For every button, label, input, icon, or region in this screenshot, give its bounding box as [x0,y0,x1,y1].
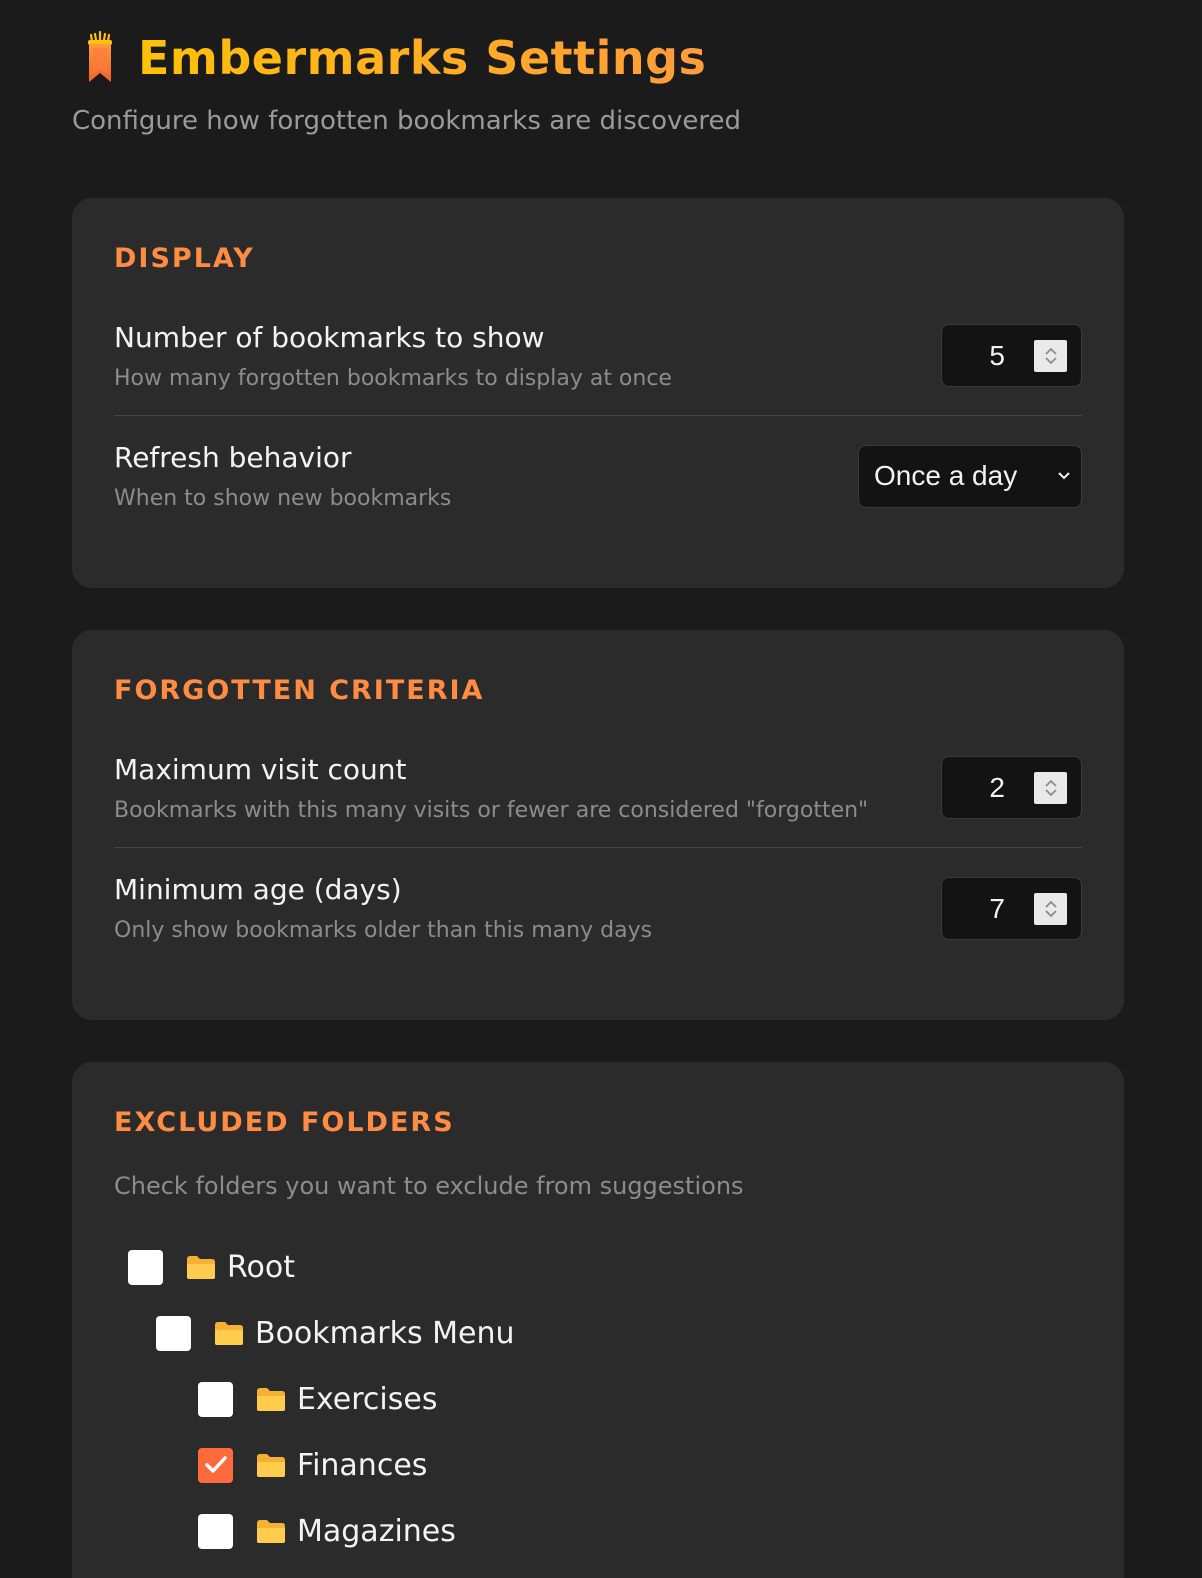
refresh-select[interactable]: Once a day [858,444,1082,508]
setting-text: Number of bookmarks to show How many for… [114,321,672,391]
folder-icon [187,1256,215,1279]
chevron-up-icon[interactable] [1044,900,1058,909]
setting-description: When to show new bookmarks [114,486,452,511]
folder-checkbox[interactable] [198,1513,233,1549]
folder-name: Bookmarks Menu [255,1315,515,1351]
folder-name: Finances [297,1447,428,1483]
chevron-down-icon[interactable] [1044,356,1058,365]
folder-item-exercises[interactable]: Exercises [114,1366,1082,1432]
setting-description: How many forgotten bookmarks to display … [114,365,672,391]
section-title-criteria: FORGOTTEN CRITERIA [114,675,485,706]
folders-description: Check folders you want to exclude from s… [114,1172,744,1200]
page-header: Embermarks Settings Configure how forgot… [72,0,1130,198]
display-section: DISPLAY Number of bookmarks to show How … [72,198,1124,588]
setting-text: Refresh behavior When to show new bookma… [114,441,451,511]
folder-checkbox[interactable] [128,1249,163,1285]
min-age-stepper[interactable] [1034,892,1067,925]
setting-description: Only show bookmarks older than this many… [114,918,653,943]
checkmark-icon [204,1456,227,1473]
max-visits-stepper[interactable] [1034,772,1067,804]
folder-item-magazines[interactable]: Magazines [114,1498,1082,1564]
folder-item-finances[interactable]: Finances [114,1432,1082,1498]
settings-page: Embermarks Settings Configure how forgot… [0,0,1202,1578]
folder-name: Root [227,1249,295,1285]
page-subtitle: Configure how forgotten bookmarks are di… [72,106,742,136]
bookmark-count-stepper[interactable] [1034,340,1067,372]
max-visits-input[interactable]: 2 [941,756,1082,819]
setting-text: Maximum visit count Bookmarks with this … [114,753,868,823]
setting-label: Maximum visit count [114,752,407,786]
folder-name: Exercises [297,1381,438,1417]
folder-checkbox[interactable] [198,1447,233,1483]
setting-label: Minimum age (days) [114,873,402,906]
setting-refresh: Refresh behavior When to show new bookma… [114,416,1082,536]
chevron-down-icon [1058,472,1070,480]
refresh-select-value: Once a day [874,460,1018,491]
setting-label: Refresh behavior [114,441,352,474]
bookmark-count-value: 5 [989,340,1005,371]
folder-item-root[interactable]: Root [114,1234,1082,1300]
setting-text: Minimum age (days) Only show bookmarks o… [114,873,652,943]
chevron-up-icon[interactable] [1044,779,1058,788]
setting-max-visits: Maximum visit count Bookmarks with this … [114,728,1082,848]
folder-icon [215,1322,243,1345]
min-age-input[interactable]: 7 [941,876,1082,940]
section-title-folders: EXCLUDED FOLDERS [114,1107,455,1138]
section-title-display: DISPLAY [114,243,255,274]
bookmark-count-input[interactable]: 5 [941,324,1082,387]
folder-checkbox[interactable] [156,1315,191,1351]
chevron-down-icon[interactable] [1044,909,1058,918]
folder-item-bookmarks-menu[interactable]: Bookmarks Menu [114,1300,1082,1366]
folder-tree: Root Bookmarks Menu Exercises Finances M… [114,1234,1082,1564]
min-age-value: 7 [989,892,1005,924]
setting-description: Bookmarks with this many visits or fewer… [114,797,869,823]
page-title: Embermarks Settings [138,31,707,85]
criteria-section: FORGOTTEN CRITERIA Maximum visit count B… [72,630,1124,1020]
chevron-down-icon[interactable] [1044,788,1058,797]
bookmark-flame-icon [72,28,128,88]
title-row: Embermarks Settings [72,28,1130,88]
folder-name: Magazines [297,1513,456,1549]
folders-section: EXCLUDED FOLDERS Check folders you want … [72,1062,1124,1578]
folder-icon [257,1520,285,1543]
folder-checkbox[interactable] [198,1381,233,1417]
setting-bookmark-count: Number of bookmarks to show How many for… [114,296,1082,416]
folder-icon [257,1388,285,1411]
setting-min-age: Minimum age (days) Only show bookmarks o… [114,848,1082,968]
setting-label: Number of bookmarks to show [114,320,545,354]
max-visits-value: 2 [989,772,1005,803]
chevron-up-icon[interactable] [1044,347,1058,356]
folder-icon [257,1454,285,1477]
